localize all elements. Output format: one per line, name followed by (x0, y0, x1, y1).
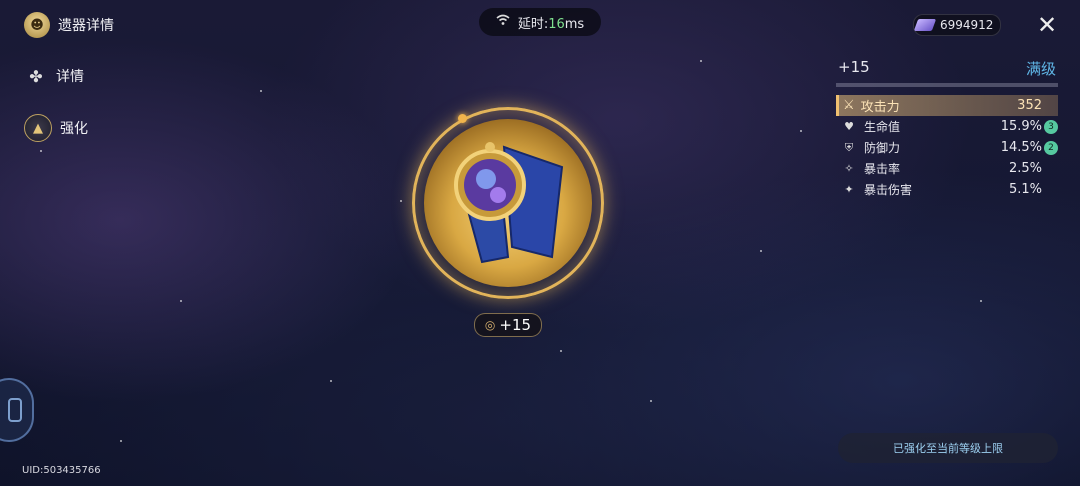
relic-level-badge-label: +15 (499, 316, 532, 334)
latency-unit: ms (564, 16, 585, 32)
shield-icon: ⛨ (844, 140, 854, 154)
max-enhanced-status-button[interactable]: 已强化至当前等级上限 (838, 433, 1058, 463)
latency-indicator: 延时:16ms (479, 8, 601, 36)
main-stat-value: 352 (1017, 98, 1042, 113)
latency-value: 16 (548, 16, 565, 32)
sword-icon: ⚔ (843, 98, 855, 113)
sidebar-item-label: 强化 (60, 121, 88, 137)
roll-count-badge (1044, 183, 1058, 197)
sub-stat-name: 防御力 (864, 141, 901, 155)
close-icon: ✕ (1036, 11, 1058, 39)
sub-stat-value: 5.1% (1008, 182, 1042, 197)
latency-label: 延时: (517, 16, 549, 32)
details-icon: ✤ (29, 66, 43, 86)
max-level-label: 满级 (1025, 60, 1056, 78)
heart-icon: ♥ (844, 120, 854, 133)
sub-stat-name: 暴击伤害 (864, 183, 913, 197)
currency-display: 6994912 (913, 14, 1001, 36)
roll-count-badge: 3 (1044, 119, 1058, 134)
level-ring-icon: ◎ (484, 318, 496, 332)
orbit-marker (458, 114, 467, 123)
roll-count-badge (1044, 162, 1058, 176)
sidebar-item-enhance[interactable]: ▲ 强化 (24, 114, 88, 142)
character-avatar-icon: ☻ (24, 12, 50, 38)
relic-level-badge: ◎ +15 (474, 313, 542, 337)
sub-stat-value: 14.5% (1000, 140, 1042, 155)
sub-stat-row: ⛨ 防御力 14.5% 2 (836, 137, 1058, 158)
relic-stats-panel: +15 满级 ⚔ 攻击力 352 ♥ 生命值 15.9% 3 ⛨ 防御力 14.… (836, 58, 1058, 200)
sidebar-item-label: 详情 (56, 69, 84, 85)
enhance-icon: ▲ (24, 114, 52, 142)
level-row: +15 满级 (836, 58, 1058, 79)
sub-stat-value: 15.9% (1000, 119, 1042, 134)
sidebar-title-label: 遗器详情 (58, 18, 114, 34)
main-stat-row: ⚔ 攻击力 352 (836, 95, 1058, 116)
currency-gem-icon (913, 19, 937, 31)
level-progress-bar (836, 83, 1058, 87)
crit-dmg-icon: ✦ (844, 183, 854, 196)
sub-stat-row: ✧ 暴击率 2.5% (836, 158, 1058, 179)
sidebar-title[interactable]: ☻ 遗器详情 (24, 12, 114, 38)
main-stat-name: 攻击力 (860, 100, 900, 115)
side-menu-handle[interactable] (0, 378, 34, 442)
sub-stat-name: 暴击率 (864, 162, 901, 176)
roll-count-badge: 2 (1044, 140, 1058, 155)
currency-amount: 6994912 (940, 18, 994, 32)
uid-label: UID:503435766 (22, 465, 101, 476)
relic-level: +15 (838, 58, 870, 76)
wifi-icon (496, 14, 510, 30)
crit-rate-icon: ✧ (844, 162, 854, 175)
relic-display (412, 107, 604, 299)
status-button-label: 已强化至当前等级上限 (893, 442, 1003, 455)
sidebar-item-details[interactable]: ✤ 详情 (24, 64, 84, 88)
close-button[interactable]: ✕ (1034, 11, 1060, 39)
sub-stat-value: 2.5% (1008, 161, 1042, 176)
sub-stat-row: ♥ 生命值 15.9% 3 (836, 116, 1058, 137)
pocket-watch-relic-image (454, 142, 564, 264)
sub-stat-row: ✦ 暴击伤害 5.1% (836, 179, 1058, 200)
sub-stat-name: 生命值 (864, 120, 901, 134)
